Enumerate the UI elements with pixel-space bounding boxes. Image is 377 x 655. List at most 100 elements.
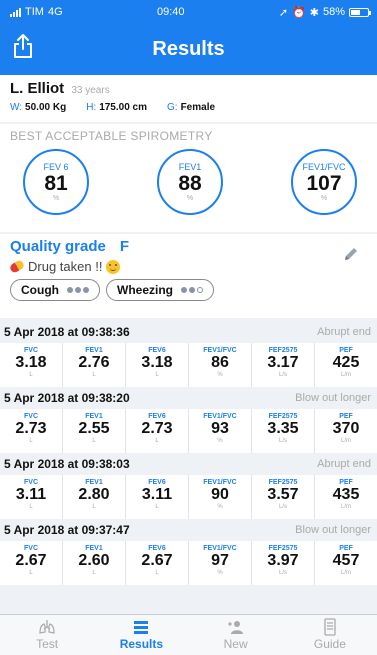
trial-cell-fev6: FEV6 3.18 L <box>126 343 189 387</box>
height-label: H: <box>86 102 97 113</box>
trial-cell-fev1-fvc: FEV1/FVC 86% <box>189 343 252 387</box>
trial-values[interactable]: FVC 2.73 L FEV1 2.55 L FEV6 2.73 L FEV1/FVC 93%… <box>0 409 377 453</box>
tab-guide[interactable]: Guide <box>283 615 377 655</box>
cell-value: 3.18 <box>15 354 47 371</box>
trial-cell-fef2575: FEF2575 3.17 L/s <box>252 343 315 387</box>
patient-gender: G: Female <box>167 102 215 113</box>
trial-cell-fev1-fvc: FEV1/FVC 90% <box>189 475 252 519</box>
cell-value: 90 <box>211 486 229 503</box>
metric-unit: % <box>320 195 328 202</box>
metric-circles: FEV 6 81 % FEV1 88 % FEV1/FVC 107 % <box>10 143 367 215</box>
severity-dot <box>197 287 203 293</box>
trial-cell-fev1-fvc: FEV1/FVC 97% <box>189 541 252 585</box>
cell-value: 3.18 <box>141 354 173 371</box>
cell-value: 3.11 <box>15 486 47 503</box>
cell-label: FEV6 <box>148 545 166 552</box>
edit-pencil-icon[interactable] <box>343 246 359 262</box>
drug-taken-row: Drug taken !! <box>8 259 367 274</box>
cell-value: 2.60 <box>78 552 110 569</box>
trial-list: 5 Apr 2018 at 09:38:36 Abrupt end FVC 3.1… <box>0 321 377 585</box>
document-icon <box>324 618 336 636</box>
severity-dot <box>83 287 89 293</box>
cell-value: 2.76 <box>78 354 110 371</box>
cell-label: FEV1/FVC <box>203 347 237 354</box>
trial-header[interactable]: 5 Apr 2018 at 09:37:47 Blow out longer <box>0 519 377 541</box>
lungs-icon <box>39 620 55 634</box>
severity-dot <box>67 287 73 293</box>
trial-note: Abrupt end <box>317 458 371 470</box>
trial-cell-fev6: FEV6 2.73 L <box>126 409 189 453</box>
patient-weight: W: 50.00 Kg <box>10 102 66 113</box>
chip-cough[interactable]: Cough <box>10 279 100 301</box>
trial-header[interactable]: 5 Apr 2018 at 09:38:36 Abrupt end <box>0 321 377 343</box>
bluetooth-icon: ✱ <box>309 6 319 19</box>
trial-cell-fef2575: FEF2575 3.57 L/s <box>252 475 315 519</box>
trial-header[interactable]: 5 Apr 2018 at 09:38:20 Blow out longer <box>0 387 377 409</box>
trial-date: 5 Apr 2018 at 09:37:47 <box>4 523 130 537</box>
cell-unit: L <box>29 438 33 444</box>
cell-unit: % <box>217 372 223 378</box>
cell-value: 2.67 <box>141 552 173 569</box>
battery-level <box>351 9 361 15</box>
tab-label: Guide <box>313 637 346 651</box>
symptom-chips: Cough Wheezing <box>10 279 367 301</box>
metric-fev1: FEV1 88 % <box>157 149 223 215</box>
cell-label: FEF2575 <box>268 347 298 354</box>
cell-label: PEF <box>339 347 353 354</box>
trial-cell-fvc: FVC 2.73 L <box>0 409 63 453</box>
trial-note: Abrupt end <box>317 326 371 338</box>
cell-value: 3.97 <box>267 552 299 569</box>
cell-unit: L/s <box>278 570 287 576</box>
cell-label: FVC <box>24 347 38 354</box>
cell-unit: L/m <box>340 438 351 444</box>
cell-value: 3.11 <box>141 486 173 503</box>
cell-unit: L/m <box>340 504 351 510</box>
trial-cell-fev1: FEV1 2.60 L <box>63 541 126 585</box>
location-icon: ➚ <box>278 6 289 19</box>
cell-unit: L <box>92 570 96 576</box>
chip-wheezing[interactable]: Wheezing <box>106 279 214 301</box>
cell-unit: L/s <box>278 504 287 510</box>
tab-results[interactable]: Results <box>94 615 188 655</box>
patient-age: 33 years <box>71 85 110 96</box>
tab-label: Results <box>119 637 164 651</box>
network-type: 4G <box>47 6 63 18</box>
metric-fev6: FEV 6 81 % <box>23 149 89 215</box>
page-title: Results <box>152 38 225 60</box>
battery-percent: 58% <box>322 6 345 18</box>
cell-label: PEF <box>339 545 353 552</box>
trial-cell-fev1: FEV1 2.76 L <box>63 343 126 387</box>
tab-new[interactable]: New <box>189 615 283 655</box>
trial-cell-fvc: FVC 3.11 L <box>0 475 63 519</box>
cell-label: FEV6 <box>148 347 166 354</box>
cell-label: FEV1/FVC <box>203 413 237 420</box>
cell-value: 2.73 <box>15 420 47 437</box>
cell-value: 425 <box>332 354 360 371</box>
trial-values[interactable]: FVC 2.67 L FEV1 2.60 L FEV6 2.67 L FEV1/FVC 97%… <box>0 541 377 585</box>
tab-test[interactable]: Test <box>0 615 94 655</box>
status-left: TIM 4G <box>10 6 63 18</box>
tab-label: Test <box>36 637 59 651</box>
cell-value: 435 <box>332 486 360 503</box>
severity-dot <box>181 287 187 293</box>
trial-date: 5 Apr 2018 at 09:38:36 <box>4 325 130 339</box>
app-header: TIM 4G 09:40 ➚ ⏰ ✱ 58% Results <box>0 0 377 75</box>
drug-taken-text: Drug taken !! <box>28 259 103 274</box>
cell-unit: L <box>92 504 96 510</box>
gender-label: G: <box>167 102 178 113</box>
smiley-icon <box>106 259 121 274</box>
share-icon[interactable] <box>12 33 34 59</box>
cell-label: PEF <box>339 479 353 486</box>
patient-card[interactable]: L. Elliot 33 years W: 50.00 Kg H: 175.00 c… <box>0 75 377 122</box>
trial-cell-fev6: FEV6 2.67 L <box>126 541 189 585</box>
trial-header[interactable]: 5 Apr 2018 at 09:38:03 Abrupt end <box>0 453 377 475</box>
trial-cell-pef: PEF 425 L/m <box>315 343 377 387</box>
trial-values[interactable]: FVC 3.11 L FEV1 2.80 L FEV6 3.11 L FEV1/FVC 90%… <box>0 475 377 519</box>
cell-value: 2.80 <box>78 486 110 503</box>
cell-unit: L/m <box>340 372 351 378</box>
trial-cell-fev1-fvc: FEV1/FVC 93% <box>189 409 252 453</box>
cell-label: FVC <box>24 479 38 486</box>
trial-values[interactable]: FVC 3.18 L FEV1 2.76 L FEV6 3.18 L FEV1/FVC 86%… <box>0 343 377 387</box>
signal-icon <box>10 7 21 17</box>
trial-cell-pef: PEF 435 L/m <box>315 475 377 519</box>
